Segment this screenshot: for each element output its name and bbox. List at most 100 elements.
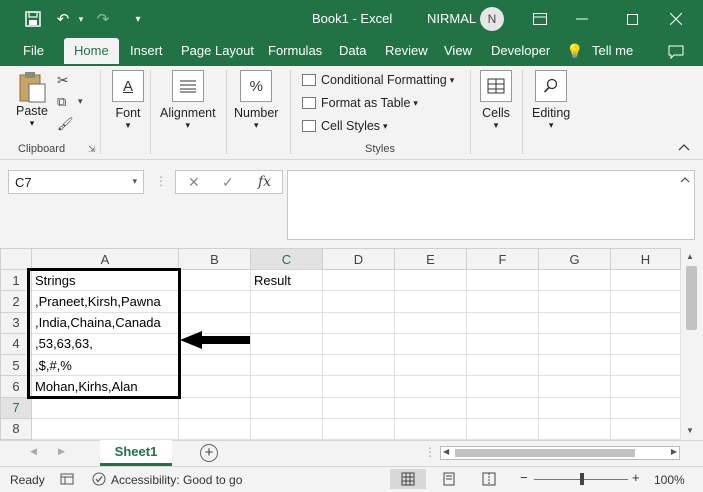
column-header[interactable]: C (250, 247, 323, 271)
prev-sheet-icon[interactable]: ◀ (30, 446, 37, 457)
minimize-icon[interactable] (572, 8, 592, 30)
cell[interactable] (322, 417, 395, 441)
accessibility-status[interactable]: Accessibility: Good to go (111, 473, 242, 487)
cell[interactable] (538, 375, 611, 398)
cell[interactable] (178, 417, 251, 441)
conditional-formatting-button[interactable]: Conditional Formatting ▾ (302, 70, 454, 90)
formula-input[interactable] (287, 170, 695, 240)
zoom-in-button[interactable]: + (632, 470, 640, 485)
cell[interactable] (250, 332, 323, 356)
column-header[interactable]: D (322, 247, 395, 271)
column-header[interactable]: E (394, 247, 467, 271)
cell[interactable] (178, 375, 251, 398)
cell[interactable] (178, 290, 251, 313)
cell[interactable] (394, 269, 467, 292)
cell[interactable]: Result (250, 269, 323, 292)
select-all-corner[interactable] (0, 247, 32, 271)
cell[interactable] (538, 332, 611, 356)
column-header[interactable]: G (538, 247, 611, 271)
cell[interactable] (466, 354, 539, 377)
cut-icon[interactable]: ✂ (57, 72, 69, 89)
cell-styles-button[interactable]: Cell Styles ▾ (302, 116, 388, 136)
cells-button[interactable]: Cells ▾ (480, 70, 512, 131)
cell[interactable] (610, 332, 681, 356)
cell[interactable] (394, 417, 467, 441)
close-icon[interactable] (666, 8, 686, 30)
more-options-icon[interactable]: ⋮ (155, 174, 167, 188)
cell[interactable] (538, 269, 611, 292)
cell[interactable] (466, 290, 539, 313)
page-break-preview-icon[interactable] (482, 472, 496, 489)
cell[interactable] (322, 332, 395, 356)
cell[interactable] (250, 417, 323, 441)
cell[interactable] (250, 290, 323, 313)
cell[interactable] (466, 396, 539, 419)
next-sheet-icon[interactable]: ▶ (58, 446, 65, 457)
cell[interactable] (538, 396, 611, 419)
name-box[interactable]: C7 ▾ (8, 170, 144, 194)
zoom-level[interactable]: 100% (654, 473, 685, 487)
cell[interactable] (250, 311, 323, 334)
scrollbar-thumb[interactable] (455, 449, 635, 457)
cell[interactable] (610, 290, 681, 313)
expand-formula-bar-icon[interactable] (680, 175, 690, 186)
cell[interactable] (250, 375, 323, 398)
cell[interactable] (466, 375, 539, 398)
cell[interactable] (394, 290, 467, 313)
cell[interactable] (538, 354, 611, 377)
font-button[interactable]: A Font ▾ (112, 70, 144, 131)
cell[interactable] (466, 332, 539, 356)
cell[interactable] (322, 269, 395, 292)
tab-review[interactable]: Review (385, 38, 428, 66)
macro-record-icon[interactable] (60, 472, 74, 489)
column-header[interactable]: A (31, 247, 179, 271)
copy-icon[interactable]: ⧉ (57, 94, 66, 110)
horizontal-scrollbar[interactable]: ◀ ▶ (440, 446, 680, 460)
copy-dropdown-icon[interactable]: ▾ (78, 96, 83, 107)
paste-button[interactable]: Paste ▾ (16, 70, 48, 129)
row-header[interactable]: 7 (0, 396, 32, 419)
insert-function-icon[interactable]: fx (258, 174, 271, 190)
cell[interactable] (394, 311, 467, 334)
undo-dropdown-icon[interactable]: ▾ (74, 8, 88, 30)
save-icon[interactable] (22, 8, 44, 30)
tab-page-layout[interactable]: Page Layout (181, 38, 254, 66)
paste-dropdown-icon[interactable]: ▾ (30, 118, 35, 129)
more-options-icon[interactable]: ⋮ (424, 445, 436, 459)
zoom-out-button[interactable]: − (520, 470, 528, 485)
collapse-ribbon-icon[interactable] (678, 142, 690, 154)
column-header[interactable]: H (610, 247, 681, 271)
cell[interactable] (250, 354, 323, 377)
tab-insert[interactable]: Insert (130, 38, 163, 66)
cell[interactable] (610, 354, 681, 377)
alignment-button[interactable]: Alignment ▾ (160, 70, 216, 131)
tab-formulas[interactable]: Formulas (268, 38, 322, 66)
cell[interactable] (322, 375, 395, 398)
column-header[interactable]: F (466, 247, 539, 271)
vertical-scrollbar[interactable]: ▲ ▼ (681, 248, 703, 440)
tab-view[interactable]: View (444, 38, 472, 66)
user-name[interactable]: NIRMAL (427, 11, 476, 26)
scroll-down-icon[interactable]: ▼ (686, 426, 694, 435)
scroll-left-icon[interactable]: ◀ (443, 447, 449, 456)
editing-button[interactable]: Editing ▾ (532, 70, 570, 131)
scroll-right-icon[interactable]: ▶ (671, 447, 677, 456)
cell[interactable] (394, 375, 467, 398)
enter-icon[interactable]: ✓ (222, 174, 234, 191)
chevron-down-icon[interactable]: ▾ (132, 176, 137, 187)
tab-home[interactable]: Home (64, 38, 119, 66)
avatar[interactable]: N (480, 7, 504, 31)
add-sheet-button[interactable]: + (200, 444, 218, 462)
accessibility-icon[interactable] (92, 472, 106, 489)
cell[interactable] (610, 269, 681, 292)
cell[interactable] (538, 311, 611, 334)
format-as-table-button[interactable]: Format as Table ▾ (302, 93, 418, 113)
cell[interactable] (466, 311, 539, 334)
cell[interactable] (538, 417, 611, 441)
cell[interactable] (610, 311, 681, 334)
cell[interactable] (610, 417, 681, 441)
tab-developer[interactable]: Developer (491, 38, 550, 66)
cell[interactable] (610, 375, 681, 398)
cell[interactable] (394, 396, 467, 419)
cell[interactable] (322, 290, 395, 313)
